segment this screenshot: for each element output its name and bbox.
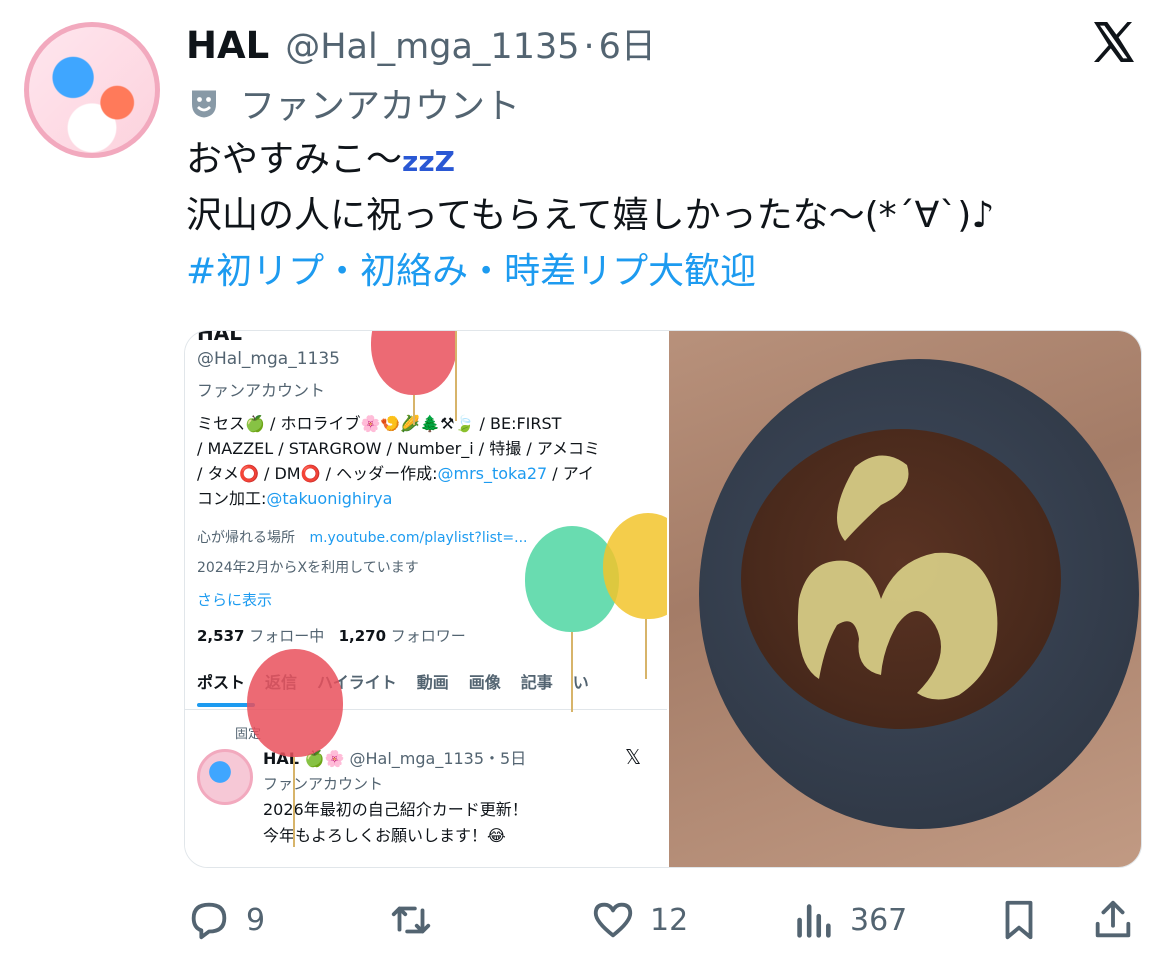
post-text-line-1: おやすみこ〜zzZ: [186, 132, 994, 188]
location-text: 心が帰れる場所: [197, 530, 295, 546]
following-count: 2,537: [197, 627, 245, 645]
balloon-string: [455, 331, 457, 421]
cake-photo[interactable]: [669, 331, 1141, 867]
balloon-string: [413, 395, 415, 425]
like-count: 12: [650, 902, 689, 938]
share-icon: [1095, 900, 1131, 938]
like-button[interactable]: 12: [590, 888, 688, 952]
avatar[interactable]: [24, 22, 160, 158]
author-handle[interactable]: @Hal_mga_1135: [285, 27, 579, 67]
pinned-fan-label: ファンアカウント: [263, 775, 384, 793]
tab-posts: ポスト: [197, 673, 246, 692]
pinned-handle-time: @Hal_mga_1135・5日: [349, 749, 527, 768]
screenshot-location: 心が帰れる場所 m.youtube.com/playlist?list=...: [197, 527, 527, 547]
screenshot-avatar: [197, 749, 253, 805]
analytics-icon: [797, 904, 831, 938]
repost-button[interactable]: [388, 888, 448, 952]
bio-line-3: / タメ⭕ / DM⭕ / ヘッダー作成:@mrs_toka27 / アイ: [197, 461, 657, 486]
screenshot-joined: 2024年2月からXを利用しています: [197, 560, 419, 576]
pinned-post-text: 2026年最初の自己紹介カード更新！ 今年もよろしくお願いします！😂: [263, 797, 528, 849]
fan-account-badge: ファンアカウント: [186, 78, 520, 129]
heart-icon: [593, 902, 633, 938]
screenshot-handle: @Hal_mga_1135: [197, 349, 340, 369]
pinned-text-line-1: 2026年最初の自己紹介カード更新！: [263, 800, 528, 819]
balloon-string: [571, 632, 573, 712]
bio-line-2: / MAZZEL / STARGROW / Number_i / 特撮 / アメ…: [197, 439, 601, 458]
bookmark-button[interactable]: [996, 888, 1042, 952]
views-button[interactable]: 367: [790, 888, 907, 952]
bio-link-1: @mrs_toka27: [437, 464, 548, 483]
tab-articles: 記事: [520, 673, 553, 692]
separator: ·: [583, 27, 595, 67]
pinned-text-line-2: 今年もよろしくお願いします！😂: [263, 826, 506, 845]
url-text: m.youtube.com/playlist?list=...: [309, 530, 528, 546]
bio-link-2: @takuonighirya: [266, 489, 393, 508]
post-media[interactable]: HAL @Hal_mga_1135 ファンアカウント ミセス🍏 / ホロライブ🌸…: [184, 330, 1142, 868]
share-button[interactable]: [1090, 888, 1136, 952]
bio-line-3-post: / アイ: [547, 464, 594, 483]
followers-label: フォロワー: [390, 627, 466, 645]
tab-likes: い: [572, 673, 589, 692]
powdered-sugar-logo: [797, 455, 998, 700]
repost-icon: [391, 906, 431, 934]
post-header: HAL @Hal_mga_1135 · 6日: [186, 18, 656, 69]
balloon-red-bottom: [247, 649, 343, 757]
post-text-line-2: 沢山の人に祝ってもらえて嬉しかったな〜(*´∀`)♪: [186, 195, 995, 236]
bio-line-4-pre: コン加工:: [197, 489, 267, 508]
balloon-string: [645, 619, 647, 679]
balloon-red-top: [371, 331, 457, 395]
screenshot-bio: ミセス🍏 / ホロライブ🌸🍤🌽🌲⚒🍃 / BE:FIRST / MAZZEL /…: [197, 411, 657, 511]
bio-line-1: ミセス🍏 / ホロライブ🌸🍤🌽🌲⚒🍃 / BE:FIRST: [197, 414, 562, 433]
bio-line-3-pre: / タメ⭕ / DM⭕ / ヘッダー作成:: [197, 464, 438, 483]
author-name[interactable]: HAL: [186, 24, 269, 67]
screenshot-name: HAL: [197, 331, 242, 345]
following-label: フォロー中: [249, 627, 325, 645]
post-text: おやすみこ〜zzZ 沢山の人に祝ってもらえて嬉しかったな〜(*´∀`)♪ #初リ…: [186, 132, 994, 300]
zzz-emoji: zzZ: [402, 145, 455, 178]
post-text-main: おやすみこ〜: [186, 139, 403, 180]
view-count: 367: [850, 902, 908, 938]
hashtag-link[interactable]: #初リプ・初絡み・時差リプ大歓迎: [186, 244, 994, 300]
screenshot-fan-label: ファンアカウント: [197, 381, 326, 400]
bookmark-icon: [1005, 900, 1033, 940]
avatar-image: [29, 27, 155, 153]
reply-count: 9: [246, 902, 266, 938]
fan-account-label: ファンアカウント: [240, 87, 521, 127]
tab-videos: 動画: [416, 673, 449, 692]
reply-button[interactable]: 9: [186, 888, 265, 952]
pinned-x-icon: 𝕏: [625, 745, 642, 769]
action-bar: 9 12 367: [0, 888, 1170, 952]
profile-screenshot-image[interactable]: HAL @Hal_mga_1135 ファンアカウント ミセス🍏 / ホロライブ🌸…: [185, 331, 669, 867]
bio-line-4: コン加工:@takuonighirya: [197, 486, 657, 511]
post-time[interactable]: 6日: [599, 18, 656, 69]
reply-icon: [191, 902, 227, 940]
screenshot-stats: 2,537 フォロー中 1,270 フォロワー: [197, 625, 466, 646]
followers-count: 1,270: [338, 627, 387, 645]
tab-images: 画像: [468, 673, 501, 692]
balloon-string: [293, 757, 295, 847]
x-logo-icon[interactable]: [1088, 18, 1136, 66]
theater-masks-icon: [192, 90, 216, 117]
screenshot-show-more: さらに表示: [197, 591, 273, 609]
